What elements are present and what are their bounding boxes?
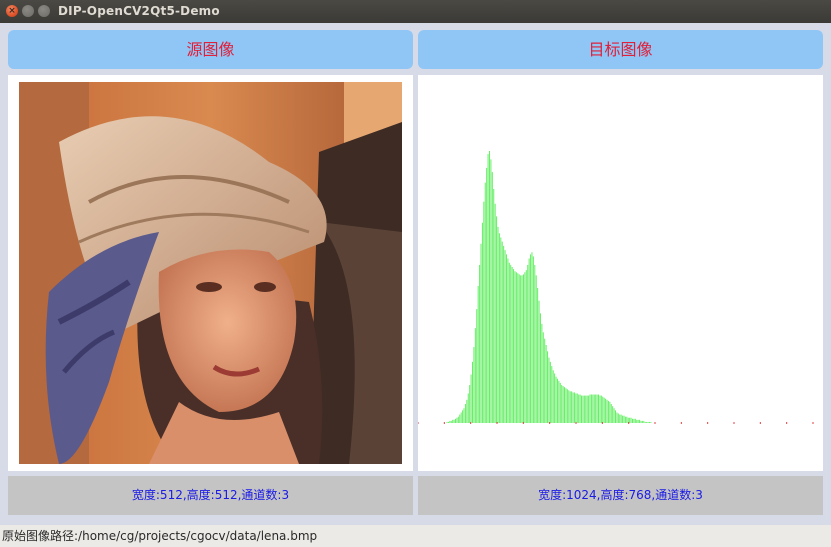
portrait-photo-icon [19,82,402,464]
source-image-view [8,75,413,471]
maximize-window-button[interactable] [38,5,50,17]
source-image-header: 源图像 [8,30,413,69]
window-titlebar: × DIP-OpenCV2Qt5-Demo [0,0,831,23]
source-photo [19,82,402,464]
source-image-info: 宽度:512,高度:512,通道数:3 [8,476,413,515]
close-window-button[interactable]: × [6,5,18,17]
image-path-text: 原始图像路径:/home/cg/projects/cgocv/data/lena… [2,529,318,543]
close-icon: × [8,6,16,16]
target-image-header: 目标图像 [418,30,823,69]
window-title: DIP-OpenCV2Qt5-Demo [58,4,220,18]
minimize-window-button[interactable] [22,5,34,17]
histogram-chart [417,151,814,424]
target-image-view [417,75,823,471]
status-bar: 原始图像路径:/home/cg/projects/cgocv/data/lena… [0,525,831,547]
target-image-info: 宽度:1024,高度:768,通道数:3 [418,476,823,515]
